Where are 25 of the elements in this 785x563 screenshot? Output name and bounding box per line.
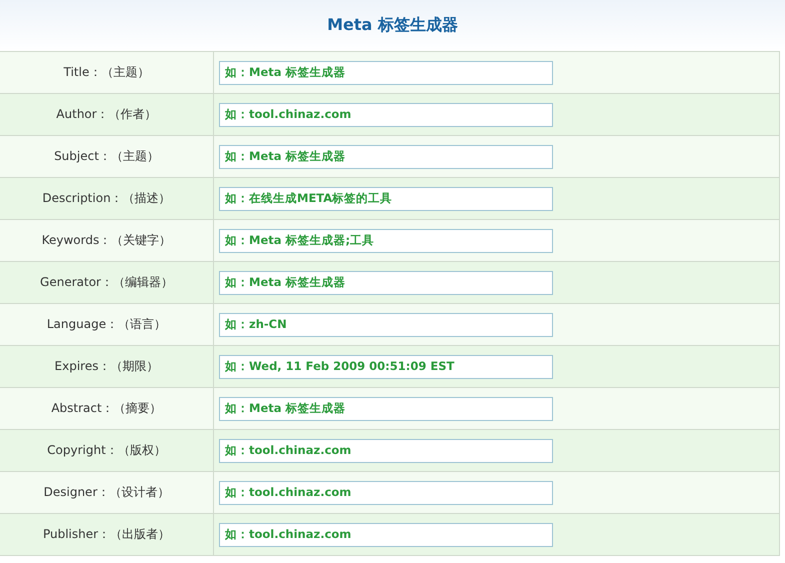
input-field[interactable]: 如：tool.chinaz.com [219,102,553,126]
input-field[interactable]: 如：tool.chinaz.com [219,438,553,462]
field-label: Abstract：（摘要） [51,400,162,417]
field-label: Author：（作者） [56,106,157,123]
field-label: Publisher：（出版者） [42,526,170,543]
input-field[interactable]: 如：tool.chinaz.com [219,522,553,546]
field-label: Copyright：（版权） [47,442,166,459]
input-field[interactable]: 如：Wed, 11 Feb 2009 00:51:09 EST [219,354,553,378]
field-label: Description：（描述） [42,190,171,207]
input-field[interactable]: 如：zh-CN [219,312,553,336]
page-title: Meta 标签生成器 [327,15,458,36]
input-field[interactable]: 如：Meta 标签生成器 [219,396,553,420]
input-field[interactable]: 如：Meta 标签生成器 [219,144,553,168]
field-label: Keywords：（关键字） [42,232,172,249]
input-field[interactable]: 如：tool.chinaz.com [219,480,553,504]
field-label: Designer：（设计者） [44,484,170,501]
field-label: Subject：（主题） [54,148,159,165]
input-field[interactable]: 如：Meta 标签生成器 [219,270,553,294]
field-label: Expires：（期限） [54,358,158,375]
field-label: Title：（主题） [64,64,150,81]
field-label: Generator：（编辑器） [40,274,173,291]
input-field[interactable]: 如：Meta 标签生成器 [219,60,553,84]
field-label: Language：（语言） [46,316,166,333]
input-field[interactable]: 如：在线生成META标签的工具 [219,186,553,210]
input-field[interactable]: 如：Meta 标签生成器;工具 [219,228,553,252]
